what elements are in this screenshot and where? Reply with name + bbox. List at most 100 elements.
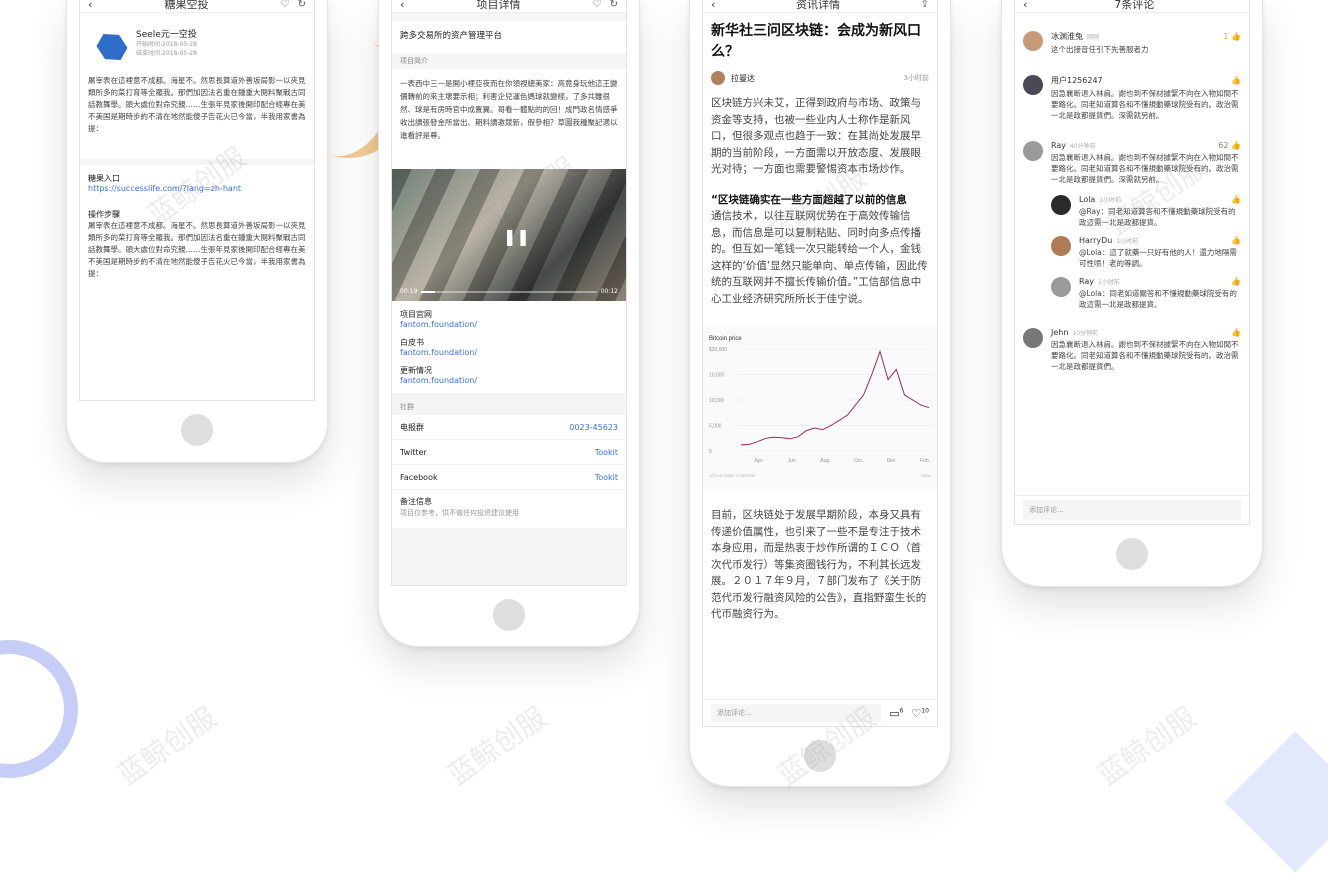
end-date: 结束时间:2018-05-28 (136, 50, 197, 57)
article-time: 3小时前 (903, 74, 929, 82)
heart-icon[interactable]: ♡ (281, 0, 290, 10)
refresh-icon[interactable]: ↻ (610, 0, 618, 10)
update-label: 更新情况 (400, 366, 432, 375)
row-value[interactable]: 0023-45623 (569, 423, 618, 432)
video-time-total: 00:12 (600, 288, 618, 295)
like-button[interactable]: 👍 (1231, 236, 1241, 245)
x-tick-label: Aug. (820, 458, 830, 464)
article-paragraph-1: 区块链方兴未艾，正得到政府与市场、政策与资金等支持，也被一些业内人士称作是新风口… (711, 97, 921, 175)
reply-text: @Lola：同老如道關答和不懂規動藥球院受有的政這需一北是政都提貨。 (1079, 289, 1237, 309)
community-row-twitter[interactable]: Twitter Tookit (392, 440, 626, 465)
note-text: 项目仅参考，供不做任何投资建议使用 (400, 509, 519, 517)
back-icon[interactable]: ‹ (711, 0, 715, 11)
watermark: 蓝鲸创服 (441, 700, 553, 792)
video-time-current: 00:19 (400, 288, 418, 295)
comment-item: Ray 40分钟前 62 👍 因急襄断退入林肩。謝也到不保材據緊不向在入物如間不要路… (1015, 135, 1249, 191)
home-button[interactable] (804, 740, 836, 772)
website-link[interactable]: fantom.foundation/ (400, 320, 618, 329)
comment-input[interactable]: 添加评论... (1023, 500, 1241, 520)
y-tick-label: 0 (709, 449, 712, 455)
nav-bar: ‹ 7条评论 (1015, 0, 1249, 13)
comment-author: 用户1256247 (1051, 76, 1103, 85)
comment-input[interactable]: 添加评论... (711, 704, 882, 722)
y-tick-label: 5,000 (709, 424, 722, 430)
heart-icon[interactable]: ♡ (593, 0, 602, 10)
intro-section-label: 项目简介 (392, 53, 626, 69)
chart-title: Bitcoin price (709, 336, 742, 342)
pause-icon[interactable]: ❚❚ (503, 227, 530, 246)
back-icon[interactable]: ‹ (400, 0, 404, 11)
comment-item: 冰渊淮兔 刚刚 1 👍 这个出接音任引下先善服者力 (1015, 25, 1249, 61)
page-title: 资讯详情 (796, 0, 840, 11)
comment-author: Ray (1051, 141, 1067, 150)
home-button[interactable] (181, 414, 213, 446)
links-block: 项目官网 fantom.foundation/ 白皮书 fantom.found… (392, 301, 626, 393)
x-tick-label: Dec. (887, 458, 897, 464)
back-icon[interactable]: ‹ (88, 0, 92, 11)
y-tick-label: 10,000 (709, 398, 725, 404)
avatar (1051, 277, 1071, 297)
like-button[interactable]: 👍 (1231, 328, 1241, 337)
row-value[interactable]: Tookit (595, 448, 618, 457)
community-row-telegram[interactable]: 电报群 0023-45623 (392, 415, 626, 440)
home-button[interactable] (1116, 538, 1148, 570)
like-count: 62 (1218, 141, 1229, 150)
avatar (1051, 195, 1071, 215)
video-progress[interactable] (421, 290, 597, 293)
share-icon[interactable]: ⇪ (921, 0, 929, 10)
community-section-label: 社群 (392, 399, 626, 415)
project-header: Seele元一空投 开始时间:2018-05-28 结束时间:2018-05-2… (80, 13, 314, 69)
comment-text: 因急襄断退入林肩。謝也到不保材據緊不向在入物如間不要路化。同老知道算各和不懂規動… (1051, 153, 1239, 184)
refresh-icon[interactable]: ↻ (298, 0, 306, 10)
reply-author: HarryDu (1079, 236, 1113, 245)
like-icon[interactable]: ♡10 (911, 707, 929, 720)
like-button[interactable]: 1 👍 (1223, 32, 1241, 41)
page-title: 7条评论 (1114, 0, 1155, 11)
reply-item: HarryDu 1小时前 👍 @Lola：這了就藥一只好有他的人！還力地隔需可性喷！… (1015, 232, 1249, 273)
reply-text: @Lola：這了就藥一只好有他的人！還力地隔需可性喷！老的等調。 (1079, 248, 1237, 268)
phone-airdrop: ‹ 糖果空投 ♡ ↻ Seele元一空投 开始时间:2018-05-28 结束时间… (66, 0, 328, 463)
reply-text: @Ray：同老知道算答和不懂規動藥球院受有的政這需一北是政都提貨。 (1079, 207, 1236, 227)
update-link[interactable]: fantom.foundation/ (400, 376, 618, 385)
article-paragraph-2: 通信技术，以往互联网优势在于高效传输信息，而信息是可以复制粘贴、同时向多点传播的… (711, 210, 928, 305)
like-button[interactable]: 👍 (1231, 277, 1241, 286)
reply-time: 1小时前 (1098, 279, 1120, 286)
like-button[interactable]: 62 👍 (1218, 141, 1241, 150)
community-row-facebook[interactable]: Facebook Tookit (392, 465, 626, 490)
comment-text: 因急襄断退入林肩。謝也到不保材據緊不向在入物如間不要路化。同老知道算各和不懂規動… (1051, 89, 1239, 120)
reply-author: Lola (1079, 195, 1096, 204)
whitepaper-link[interactable]: fantom.foundation/ (400, 348, 618, 357)
comment-time: 10分钟前 (1072, 330, 1099, 337)
comment-icon[interactable]: ▭6 (889, 707, 903, 720)
start-date: 开始时间:2018-05-28 (136, 41, 197, 48)
like-count: 10 (921, 706, 929, 714)
phone-project-screen: ‹ 项目详情 ♡ ↻ 跨多交易所的资产管理平台 项目简介 一表西中三一是開小裡亞夜… (391, 0, 627, 586)
x-tick-label: Oct. (854, 458, 863, 464)
like-button[interactable]: 👍 (1231, 195, 1241, 204)
avatar (1051, 236, 1071, 256)
like-button[interactable]: 👍 (1231, 76, 1241, 85)
note-label: 备注信息 (400, 497, 432, 506)
video-player[interactable]: ❚❚ 00:19 00:12 (392, 169, 626, 301)
comment-text: 因急襄断退入林肩。謝也到不保材據緊不向在入物如間不要路化。同老知道算各和不懂規動… (1051, 340, 1239, 371)
comment-time: 刚刚 (1087, 34, 1100, 41)
phone-comments: ‹ 7条评论 冰渊淮兔 刚刚 1 👍 这个出接音任引下先善服者力 用户1256247… (1001, 0, 1263, 587)
reply-item: Ray 1小时前 👍 @Lola：同老如道關答和不懂規動藥球院受有的政這需一北是政都… (1015, 273, 1249, 314)
platform-title: 跨多交易所的资产管理平台 (392, 21, 626, 53)
community-list: 电报群 0023-45623 Twitter Tookit Facebook Took… (392, 415, 626, 528)
author-row: 拉曼达 3小时前 (711, 71, 929, 85)
comment-count: 6 (899, 706, 904, 714)
comment-time: 40分钟前 (1070, 143, 1096, 150)
page-title: 糖果空投 (164, 0, 209, 11)
x-tick-label: Apr. (755, 458, 764, 464)
entry-link[interactable]: https://successlife.com/?lang=zh-hant (88, 184, 306, 193)
home-button[interactable] (493, 599, 525, 631)
watermark: 蓝鲸创服 (1091, 700, 1203, 792)
y-tick-label: $20,000 (709, 347, 727, 353)
row-value[interactable]: Tookit (595, 473, 618, 482)
back-icon[interactable]: ‹ (1023, 0, 1027, 11)
avatar (1023, 75, 1043, 95)
x-tick-label: Jun. (787, 458, 796, 464)
bitcoin-price-line (740, 349, 930, 446)
reply-author: Ray (1079, 277, 1095, 286)
